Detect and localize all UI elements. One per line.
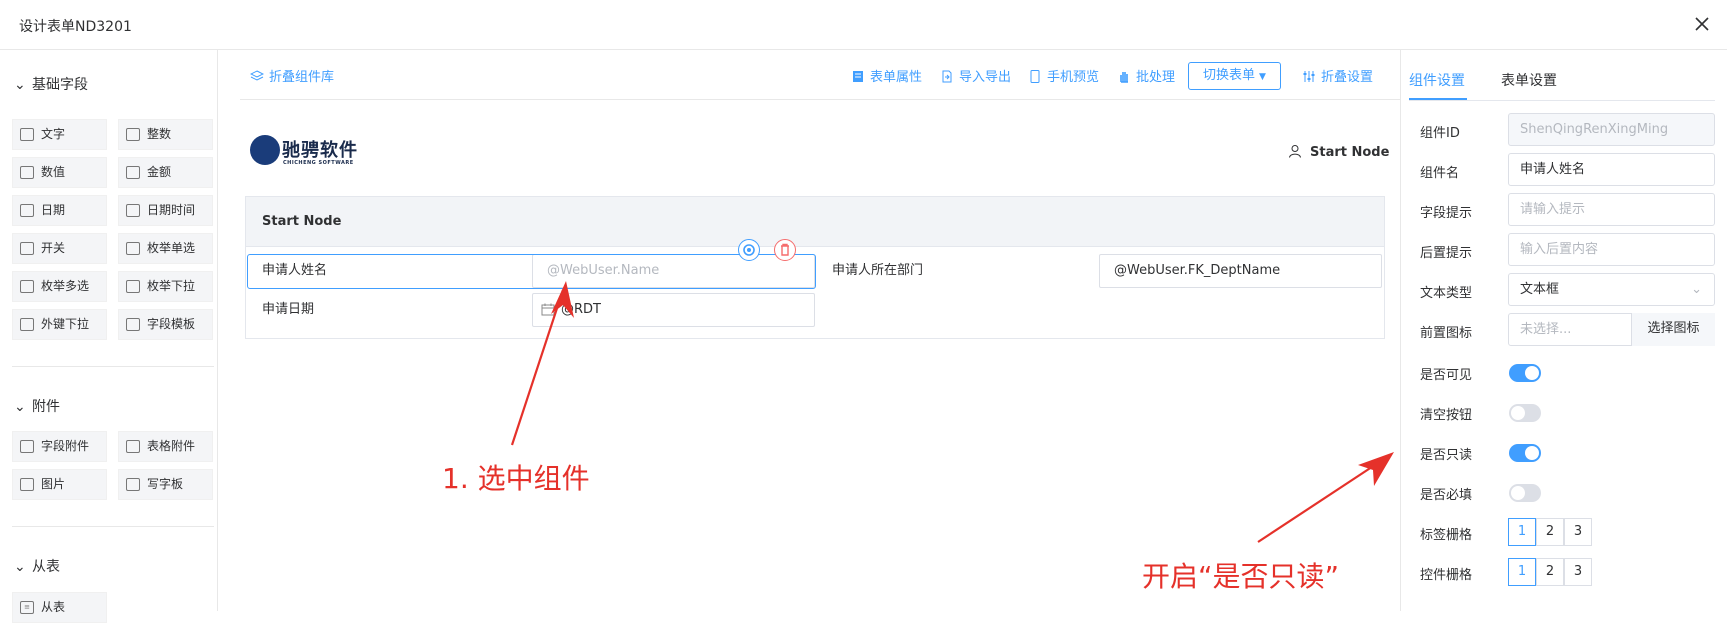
label-grid-2[interactable]: 2 [1536, 518, 1564, 546]
tabs-divider [1409, 100, 1715, 101]
label-grid-1[interactable]: 1 [1508, 518, 1536, 546]
annotation-enable-readonly: 开启“是否只读” [1142, 560, 1340, 593]
component-id-input[interactable]: ShenQingRenXingMing [1508, 113, 1715, 146]
tab-form-settings[interactable]: 表单设置 [1501, 70, 1557, 90]
required-toggle[interactable] [1509, 484, 1541, 502]
field-hint-label: 字段提示 [1420, 206, 1473, 221]
clear-button-toggle[interactable] [1509, 404, 1541, 422]
visible-toggle[interactable] [1509, 364, 1541, 382]
text-type-select[interactable]: 文本框 ⌄ [1508, 273, 1715, 306]
required-label: 是否必填 [1420, 488, 1473, 503]
label-grid-3[interactable]: 3 [1564, 518, 1592, 546]
suffix-hint-input[interactable]: 输入后置内容 [1508, 233, 1715, 266]
text-type-label: 文本类型 [1420, 286, 1473, 301]
toggle-knob [1511, 486, 1525, 500]
choose-icon-button[interactable]: 选择图标 [1631, 313, 1715, 346]
toggle-knob [1511, 406, 1525, 420]
field-hint-input[interactable]: 请输入提示 [1508, 193, 1715, 226]
control-grid-label: 控件栅格 [1420, 568, 1473, 583]
component-id-label: 组件ID [1420, 126, 1460, 141]
visible-label: 是否可见 [1420, 368, 1473, 383]
clear-button-label: 清空按钮 [1420, 408, 1473, 423]
suffix-hint-label: 后置提示 [1420, 246, 1473, 261]
readonly-toggle[interactable] [1509, 444, 1541, 462]
chevron-down-icon: ⌄ [1691, 282, 1702, 297]
control-grid-2[interactable]: 2 [1536, 558, 1564, 586]
tab-component-settings[interactable]: 组件设置 [1409, 70, 1465, 90]
toggle-knob [1525, 446, 1539, 460]
control-grid-1[interactable]: 1 [1508, 558, 1536, 586]
control-grid-3[interactable]: 3 [1564, 558, 1592, 586]
active-tab-indicator [1409, 98, 1467, 100]
prefix-icon-label: 前置图标 [1420, 326, 1473, 341]
readonly-label: 是否只读 [1420, 448, 1473, 463]
component-name-input[interactable]: 申请人姓名 [1508, 153, 1715, 186]
annotation-select-component: 1. 选中组件 [442, 462, 590, 495]
component-name-label: 组件名 [1420, 166, 1460, 181]
label-grid-label: 标签栅格 [1420, 528, 1473, 543]
toggle-knob [1525, 366, 1539, 380]
